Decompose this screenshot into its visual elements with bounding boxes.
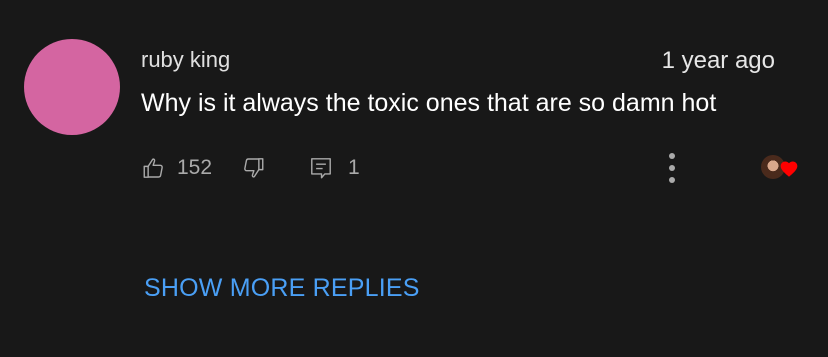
show-more-replies-button[interactable]: SHOW MORE REPLIES	[144, 273, 420, 303]
thumbs-up-icon[interactable]	[141, 155, 167, 181]
like-count: 152	[177, 156, 213, 179]
like-group: 152	[141, 155, 212, 181]
avatar[interactable]	[24, 39, 120, 135]
comment-author[interactable]: ruby king	[141, 47, 230, 73]
comment-timestamp[interactable]: 1 year ago	[662, 47, 775, 75]
comment-text: Why is it always the toxic ones that are…	[141, 89, 717, 117]
reply-group[interactable]: 1	[308, 155, 360, 181]
reply-icon[interactable]	[308, 155, 334, 181]
creator-heart-icon	[779, 159, 799, 179]
comment-actions: 152 1	[141, 150, 360, 186]
creator-heart	[761, 153, 801, 183]
more-vertical-icon[interactable]	[662, 150, 682, 186]
reply-count: 1	[348, 156, 360, 179]
thumbs-down-icon[interactable]	[240, 155, 266, 181]
